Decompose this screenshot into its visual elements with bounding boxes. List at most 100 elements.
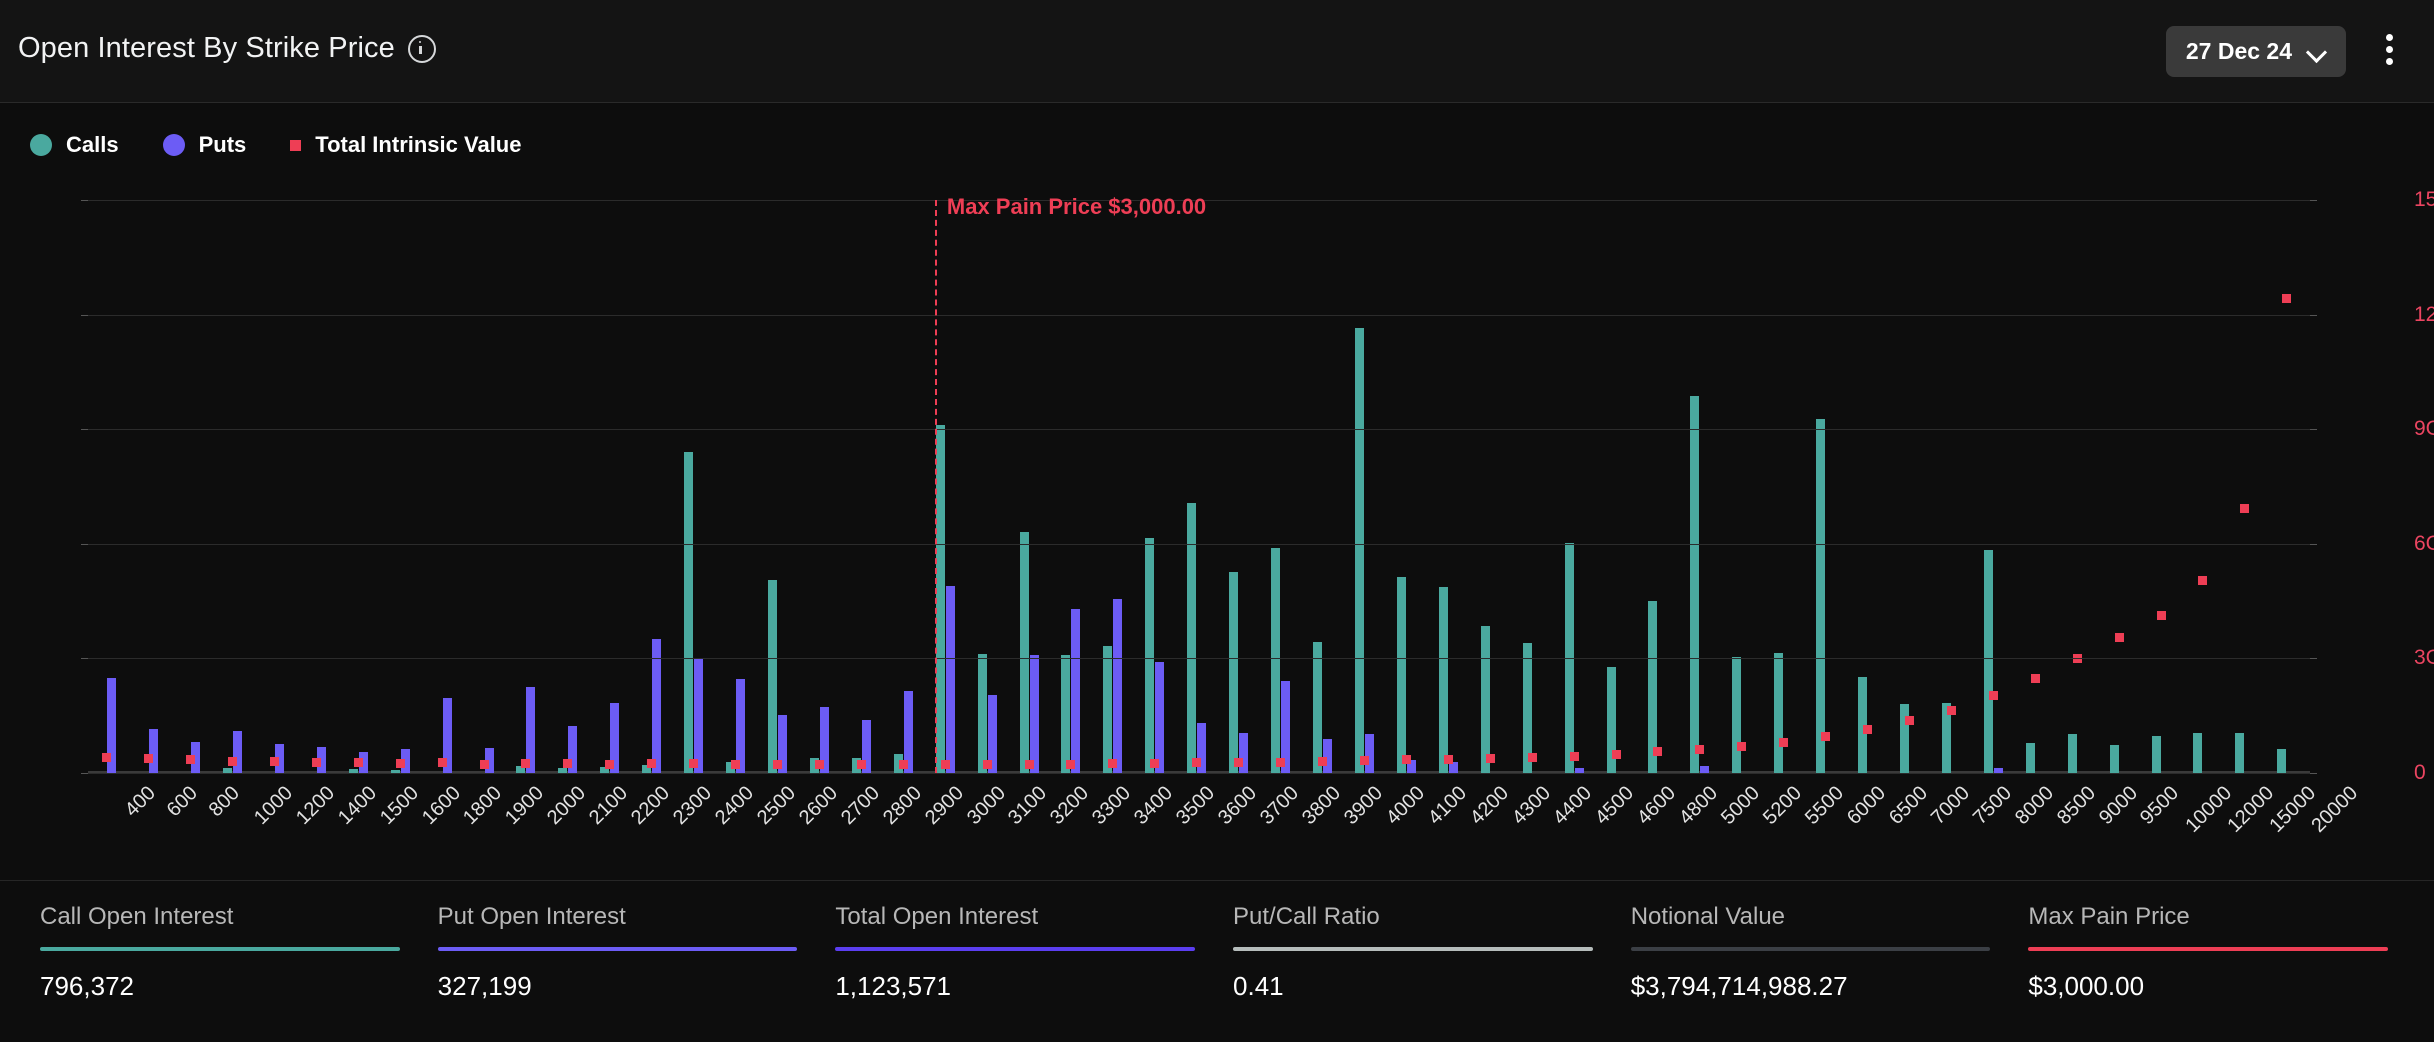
bar-group[interactable] bbox=[1565, 200, 1607, 773]
bar-group[interactable] bbox=[1187, 200, 1229, 773]
x-axis-tick-label: 6000 bbox=[1843, 782, 1891, 830]
x-axis-tick-label: 3700 bbox=[1256, 782, 1304, 830]
stat-label: Put/Call Ratio bbox=[1233, 903, 1593, 931]
bar-group[interactable] bbox=[852, 200, 894, 773]
bar-group[interactable] bbox=[600, 200, 642, 773]
legend-item-calls[interactable]: Calls bbox=[30, 132, 119, 158]
call-bar bbox=[1732, 657, 1741, 773]
bar-group[interactable] bbox=[1061, 200, 1103, 773]
x-axis-tick-label: 7000 bbox=[1927, 782, 1975, 830]
bar-group[interactable] bbox=[97, 200, 139, 773]
bar-group[interactable] bbox=[558, 200, 600, 773]
bar-group[interactable] bbox=[2193, 200, 2235, 773]
x-axis-tick-label: 4100 bbox=[1424, 782, 1472, 830]
bar-group[interactable] bbox=[768, 200, 810, 773]
bar-group[interactable] bbox=[1103, 200, 1145, 773]
x-axis-tick-label: 1200 bbox=[292, 782, 340, 830]
intrinsic-value-marker bbox=[480, 760, 489, 769]
bar-group[interactable] bbox=[1271, 200, 1313, 773]
bar-group[interactable] bbox=[1984, 200, 2026, 773]
bar-group[interactable] bbox=[1439, 200, 1481, 773]
chart-area: 0015k3G30k6G45k9G60k12G75k15GMax Pain Pr… bbox=[0, 170, 2434, 880]
x-axis-tick-label: 3300 bbox=[1088, 782, 1136, 830]
bar-group[interactable] bbox=[1355, 200, 1397, 773]
bar-group[interactable] bbox=[1732, 200, 1774, 773]
bar-group[interactable] bbox=[433, 200, 475, 773]
intrinsic-value-marker bbox=[1192, 758, 1201, 767]
legend-item-puts[interactable]: Puts bbox=[163, 132, 247, 158]
x-axis-tick-label: 1500 bbox=[376, 782, 424, 830]
bar-group[interactable] bbox=[810, 200, 852, 773]
intrinsic-value-marker bbox=[1108, 759, 1117, 768]
x-axis-tick-label: 800 bbox=[205, 782, 245, 822]
intrinsic-value-marker bbox=[228, 757, 237, 766]
put-bar bbox=[694, 658, 703, 773]
bar-group[interactable] bbox=[1523, 200, 1565, 773]
call-bar bbox=[2110, 745, 2119, 773]
x-axis-tick-label: 5200 bbox=[1759, 782, 1807, 830]
x-axis-tick-label: 3400 bbox=[1130, 782, 1178, 830]
stat-accent-rule bbox=[2028, 947, 2388, 951]
bar-group[interactable] bbox=[391, 200, 433, 773]
bar-group[interactable] bbox=[1607, 200, 1649, 773]
bar-group[interactable] bbox=[2110, 200, 2152, 773]
date-selector[interactable]: 27 Dec 24 bbox=[2166, 26, 2346, 77]
bar-group[interactable] bbox=[1313, 200, 1355, 773]
bar-group[interactable] bbox=[2235, 200, 2277, 773]
bar-group[interactable] bbox=[642, 200, 684, 773]
stat-card: Total Open Interest1,123,571 bbox=[819, 881, 1217, 1042]
bar-group[interactable] bbox=[307, 200, 349, 773]
call-bar bbox=[1984, 550, 1993, 773]
put-bar bbox=[946, 586, 955, 773]
panel-header: Open Interest By Strike Price 27 Dec 24 bbox=[0, 0, 2434, 103]
bar-group[interactable] bbox=[1229, 200, 1271, 773]
stat-value: 327,199 bbox=[438, 971, 798, 1002]
bar-group[interactable] bbox=[139, 200, 181, 773]
bar-group[interactable] bbox=[1020, 200, 1062, 773]
intrinsic-value-marker bbox=[1863, 725, 1872, 734]
x-axis-tick-label: 8500 bbox=[2053, 782, 2101, 830]
kebab-menu-icon[interactable] bbox=[2372, 34, 2406, 70]
put-bar bbox=[1700, 766, 1709, 773]
info-icon[interactable] bbox=[408, 35, 436, 63]
bar-group[interactable] bbox=[1397, 200, 1439, 773]
bar-group[interactable] bbox=[1145, 200, 1187, 773]
bar-group[interactable] bbox=[894, 200, 936, 773]
bar-group[interactable] bbox=[684, 200, 726, 773]
call-bar bbox=[2193, 733, 2202, 773]
intrinsic-value-marker bbox=[2240, 504, 2249, 513]
bar-group[interactable] bbox=[1900, 200, 1942, 773]
stat-label: Call Open Interest bbox=[40, 903, 400, 931]
bar-group[interactable] bbox=[1942, 200, 1984, 773]
bar-group[interactable] bbox=[2152, 200, 2194, 773]
bar-group[interactable] bbox=[978, 200, 1020, 773]
legend-circle-icon bbox=[163, 134, 185, 156]
bar-group[interactable] bbox=[223, 200, 265, 773]
bar-group[interactable] bbox=[1481, 200, 1523, 773]
bar-group[interactable] bbox=[516, 200, 558, 773]
bar-group[interactable] bbox=[1858, 200, 1900, 773]
bar-group[interactable] bbox=[475, 200, 517, 773]
legend-item-total-intrinsic-value[interactable]: Total Intrinsic Value bbox=[290, 132, 521, 158]
intrinsic-value-marker bbox=[312, 758, 321, 767]
bar-group[interactable] bbox=[2026, 200, 2068, 773]
x-axis-tick-label: 3200 bbox=[1046, 782, 1094, 830]
bar-group[interactable] bbox=[181, 200, 223, 773]
bar-group[interactable] bbox=[1816, 200, 1858, 773]
bar-group[interactable] bbox=[936, 200, 978, 773]
call-bar bbox=[768, 580, 777, 773]
y-axis-tick-right: 3G bbox=[2414, 646, 2434, 670]
y-axis-tick-right: 15G bbox=[2414, 188, 2434, 212]
put-bar bbox=[149, 729, 158, 773]
bar-group[interactable] bbox=[2277, 200, 2319, 773]
bar-group[interactable] bbox=[1774, 200, 1816, 773]
bar-group[interactable] bbox=[1648, 200, 1690, 773]
bar-group[interactable] bbox=[2068, 200, 2110, 773]
bar-group[interactable] bbox=[349, 200, 391, 773]
bar-group[interactable] bbox=[265, 200, 307, 773]
call-bar bbox=[1355, 328, 1364, 773]
bar-group[interactable] bbox=[1690, 200, 1732, 773]
plot-region: 0015k3G30k6G45k9G60k12G75k15GMax Pain Pr… bbox=[88, 200, 2310, 773]
call-bar bbox=[1774, 653, 1783, 773]
bar-group[interactable] bbox=[726, 200, 768, 773]
